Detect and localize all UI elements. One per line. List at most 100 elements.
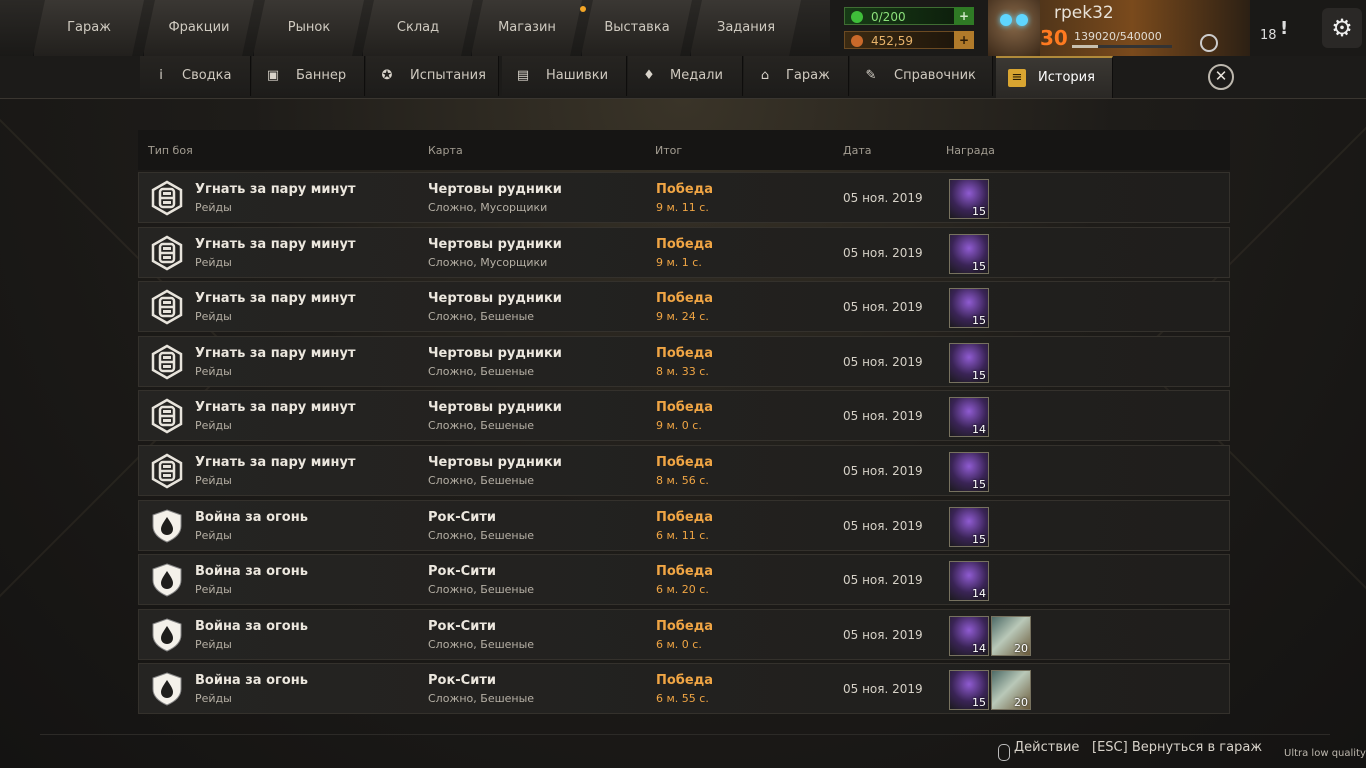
battle-mode-name: Угнать за пару минут xyxy=(195,400,356,416)
profile-panel[interactable]: rpek32 30 139020/540000 xyxy=(988,0,1250,56)
fuel-drop-icon xyxy=(851,11,863,23)
reward-parts-icon[interactable]: 14 xyxy=(949,615,989,656)
battle-result: Победа xyxy=(656,673,713,689)
map-difficulty: Сложно, Бешеные xyxy=(428,364,535,378)
table-row[interactable]: Угнать за пару минут Рейды Чертовы рудники… xyxy=(138,226,1230,278)
tab-history[interactable]: ≡ История xyxy=(996,56,1113,98)
reward-count: 15 xyxy=(972,314,986,328)
column-header-reward: Награда xyxy=(946,144,995,157)
tab-label: Сводка xyxy=(182,68,232,83)
reward-parts-icon[interactable]: 15 xyxy=(949,670,989,711)
tab-badges[interactable]: ▤ Нашивки xyxy=(502,56,627,96)
table-row[interactable]: Угнать за пару минут Рейды Чертовы рудники… xyxy=(138,444,1230,496)
nav-storage[interactable]: Склад xyxy=(362,0,473,56)
reward-parts-icon[interactable]: 15 xyxy=(949,451,989,492)
table-row[interactable]: Угнать за пару минут Рейды Чертовы рудники… xyxy=(138,281,1230,333)
tab-garage[interactable]: ⌂ Гараж xyxy=(744,56,849,96)
experience-value: 139020/540000 xyxy=(1074,30,1162,43)
tab-summary[interactable]: i Сводка xyxy=(140,56,251,96)
history-icon: ≡ xyxy=(1008,69,1026,87)
reward-parts-icon[interactable]: 15 xyxy=(949,233,989,274)
banner-icon: ▣ xyxy=(266,68,280,83)
battle-duration: 6 м. 20 с. xyxy=(656,583,709,597)
battle-mode-name: Война за огонь xyxy=(195,564,308,580)
add-coins-button[interactable]: + xyxy=(954,31,974,49)
reward-parts-icon[interactable]: 15 xyxy=(949,342,989,383)
nav-garage[interactable]: Гараж xyxy=(33,0,144,56)
reward-parts-icon[interactable]: 15 xyxy=(949,288,989,329)
battle-history-table: Тип боя Карта Итог Дата Награда Угнать з… xyxy=(138,130,1230,715)
footer-divider xyxy=(40,734,1330,739)
battle-duration: 9 м. 11 с. xyxy=(656,201,709,214)
battle-mode-category: Рейды xyxy=(195,419,232,433)
profile-tabs: i Сводка ▣ Баннер ✪ Испытания ▤ Нашивки … xyxy=(0,56,1366,99)
back-to-garage-button[interactable]: [ESC] Вернуться в гараж xyxy=(1092,740,1262,755)
badge-icon: ▤ xyxy=(516,68,530,83)
battle-mode-category: Рейды xyxy=(195,528,232,542)
raid-truck-icon xyxy=(149,453,185,489)
battle-duration: 6 м. 55 с. xyxy=(656,692,709,706)
reward-money-icon[interactable]: 20 xyxy=(991,670,1031,711)
clan-emblem-icon[interactable] xyxy=(1200,34,1218,52)
experience-bar-fill xyxy=(1072,45,1098,48)
avatar-eye-icon xyxy=(1000,14,1012,26)
coins-value: 452,59 xyxy=(871,34,913,48)
tab-medals[interactable]: ♦ Медали xyxy=(628,56,743,96)
battle-result: Победа xyxy=(656,564,713,580)
reward-money-icon[interactable]: 20 xyxy=(991,615,1031,656)
gear-icon[interactable]: ⚙ xyxy=(1322,8,1362,48)
avatar[interactable] xyxy=(988,0,1040,56)
raid-truck-icon xyxy=(149,180,185,216)
table-row[interactable]: Война за огонь Рейды Рок-Сити Сложно, Бешен… xyxy=(138,499,1230,551)
map-name: Рок-Сити xyxy=(428,618,496,634)
quality-label: Ultra low quality xyxy=(1284,748,1366,759)
table-row[interactable]: Война за огонь Рейды Рок-Сити Сложно, Бешен… xyxy=(138,663,1230,715)
reward-count: 14 xyxy=(972,423,986,437)
reward-parts-icon[interactable]: 14 xyxy=(949,397,989,438)
map-name: Рок-Сити xyxy=(428,673,496,689)
reward-count: 15 xyxy=(972,532,986,546)
nav-shop[interactable]: Магазин xyxy=(471,0,582,56)
battle-mode-name: Война за огонь xyxy=(195,509,308,525)
battle-date: 05 ноя. 2019 xyxy=(843,300,923,315)
map-difficulty: Сложно, Бешеные xyxy=(428,473,535,487)
reward-parts-icon[interactable]: 15 xyxy=(949,506,989,547)
map-difficulty: Сложно, Бешеные xyxy=(428,583,535,597)
challenge-icon: ✪ xyxy=(381,68,393,83)
battle-mode-category: Рейды xyxy=(195,637,232,651)
battle-mode-name: Угнать за пару минут xyxy=(195,182,356,197)
tab-label: Медали xyxy=(670,68,723,83)
battle-duration: 6 м. 11 с. xyxy=(656,528,709,542)
table-row[interactable]: Угнать за пару минут Рейды Чертовы рудники… xyxy=(138,335,1230,387)
map-difficulty: Сложно, Мусорщики xyxy=(428,255,548,269)
coin-icon xyxy=(851,35,863,47)
map-name: Чертовы рудники xyxy=(428,400,562,416)
battle-duration: 9 м. 1 с. xyxy=(656,255,702,269)
tab-challenges[interactable]: ✪ Испытания xyxy=(366,56,499,96)
table-row[interactable]: Война за огонь Рейды Рок-Сити Сложно, Бешен… xyxy=(138,554,1230,606)
map-name: Чертовы рудники xyxy=(428,291,562,307)
battle-result: Победа xyxy=(656,182,713,197)
tab-handbook[interactable]: ✎ Справочник xyxy=(850,56,993,96)
column-header-type: Тип боя xyxy=(148,144,193,157)
table-row[interactable]: Угнать за пару минут Рейды Чертовы рудники… xyxy=(138,172,1230,223)
reward-count: 15 xyxy=(972,368,986,382)
tab-banner[interactable]: ▣ Баннер xyxy=(252,56,365,96)
close-icon[interactable]: ✕ xyxy=(1208,64,1234,90)
notification-icon[interactable]: ! xyxy=(1280,18,1288,39)
nav-factions[interactable]: Фракции xyxy=(143,0,254,56)
map-name: Чертовы рудники xyxy=(428,454,562,470)
map-name: Чертовы рудники xyxy=(428,345,562,361)
nav-exhibition[interactable]: Выставка xyxy=(581,0,692,56)
table-row[interactable]: Угнать за пару минут Рейды Чертовы рудники… xyxy=(138,390,1230,442)
add-energy-button[interactable]: + xyxy=(954,7,974,25)
nav-tasks[interactable]: Задания xyxy=(690,0,801,56)
table-body: Угнать за пару минут Рейды Чертовы рудники… xyxy=(138,172,1230,715)
fire-shield-icon xyxy=(149,562,185,598)
reward-parts-icon[interactable]: 14 xyxy=(949,561,989,602)
table-row[interactable]: Война за огонь Рейды Рок-Сити Сложно, Бешен… xyxy=(138,608,1230,660)
nav-market[interactable]: Рынок xyxy=(253,0,364,56)
tab-label: Баннер xyxy=(296,68,347,83)
battle-mode-name: Угнать за пару минут xyxy=(195,454,356,470)
reward-parts-icon[interactable]: 15 xyxy=(949,179,989,219)
